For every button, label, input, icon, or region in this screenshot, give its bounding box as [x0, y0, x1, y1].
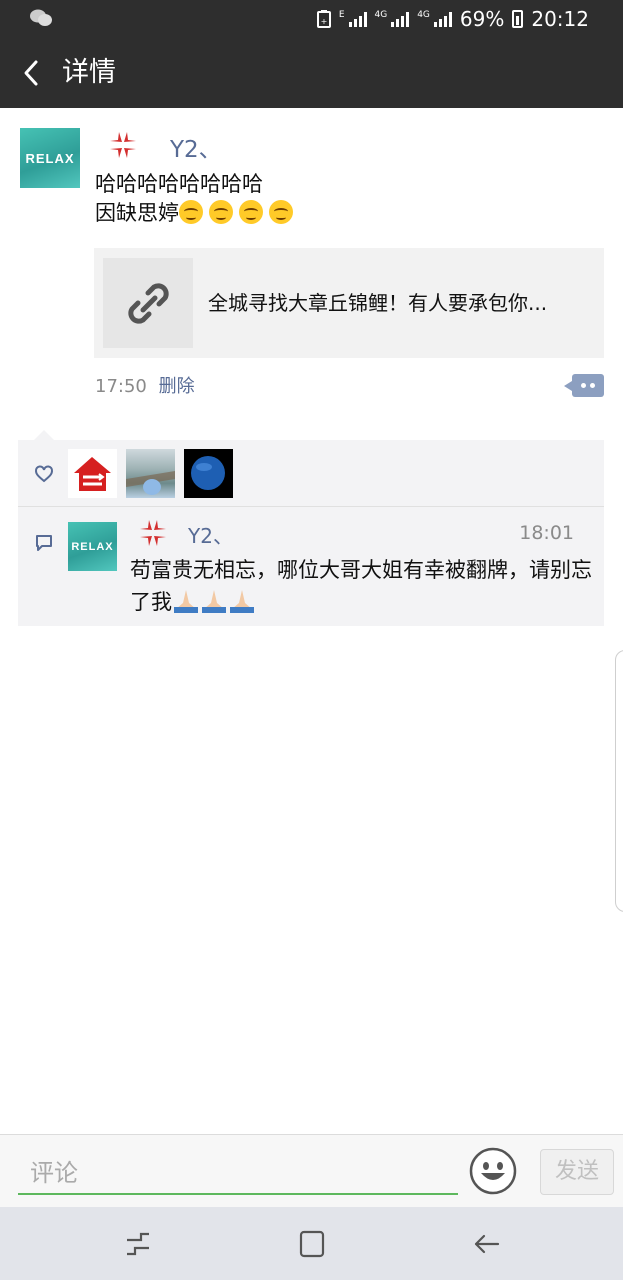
battery-percent: 69%: [459, 7, 505, 31]
shared-link-card[interactable]: 全城寻找大章丘锦鲤！有人要承包你...: [94, 248, 604, 358]
edge-panel-handle[interactable]: [615, 650, 623, 912]
comment-avatar[interactable]: RELAX: [68, 522, 117, 571]
praying-hands-icon: [202, 590, 226, 613]
wechat-icon: [30, 9, 52, 26]
signal-icon: 4G: [417, 11, 452, 27]
post-meta: 17:50 删除: [95, 372, 195, 398]
avatar-text: RELAX: [25, 150, 75, 166]
divider: [18, 506, 604, 507]
battery-icon: [512, 10, 524, 28]
recent-apps-icon[interactable]: [123, 1229, 153, 1259]
more-actions-button[interactable]: [564, 374, 604, 397]
praying-hands-icon: [230, 590, 254, 613]
send-button[interactable]: 发送: [540, 1149, 614, 1195]
battery-saver-icon: +: [316, 10, 331, 28]
post-time: 17:50: [95, 376, 147, 397]
comment-text-wrap[interactable]: 苟富贵无相忘，哪位大哥大姐有幸被翻牌，请别忘了我: [130, 554, 600, 618]
heart-icon: [35, 465, 53, 483]
clock: 20:12: [531, 7, 589, 31]
panel-pointer: [34, 430, 54, 440]
svg-text:+: +: [320, 17, 327, 26]
blush-emoji-icon: [179, 200, 203, 224]
delete-button[interactable]: 删除: [159, 376, 195, 397]
planet-icon: [191, 456, 225, 490]
back-arrow-icon[interactable]: [472, 1229, 502, 1259]
signal1-label: E: [338, 10, 345, 20]
blush-emoji-icon: [239, 200, 263, 224]
dot-icon: [590, 383, 595, 388]
link-icon: [128, 283, 169, 324]
like-avatar[interactable]: [184, 449, 233, 498]
signal2-label: 4G: [374, 10, 388, 20]
comment-author-name[interactable]: Y2、: [188, 520, 233, 549]
angry-emoji-icon: [110, 132, 136, 158]
post-author-name[interactable]: Y2、: [170, 130, 222, 164]
emoji-picker-icon[interactable]: [469, 1147, 517, 1195]
comment-input-bar: 评论 发送: [0, 1134, 623, 1207]
angry-emoji-icon: [140, 520, 166, 546]
comment-time: 18:01: [519, 522, 574, 544]
post-avatar[interactable]: RELAX: [20, 128, 80, 188]
blush-emoji-icon: [209, 200, 233, 224]
home-icon[interactable]: [297, 1229, 327, 1259]
chevron-left-icon[interactable]: [18, 56, 48, 90]
house-logo-icon: [68, 449, 117, 498]
signal-icon: 4G: [375, 11, 410, 27]
link-title: 全城寻找大章丘锦鲤！有人要承包你...: [208, 291, 548, 315]
signal3-label: 4G: [417, 10, 430, 20]
likes-comments-panel: RELAX Y2、 18:01 苟富贵无相忘，哪位大哥大姐有幸被翻牌，请别忘了我: [18, 430, 604, 626]
post-text-line2: 因缺思婷: [95, 201, 179, 225]
post-text: 哈哈哈哈哈哈哈哈 因缺思婷: [95, 170, 299, 228]
comment-input[interactable]: 评论: [18, 1151, 458, 1195]
blush-emoji-icon: [269, 200, 293, 224]
signal-icon: E: [339, 11, 367, 27]
like-avatar[interactable]: [68, 449, 117, 498]
page-title: 详情: [62, 57, 116, 88]
like-avatar[interactable]: [126, 449, 175, 498]
photo-icon: [126, 471, 175, 495]
system-nav-bar: [0, 1207, 623, 1280]
post-text-line2-wrap: 因缺思婷: [95, 199, 299, 228]
praying-hands-icon: [174, 590, 198, 613]
dot-icon: [581, 383, 586, 388]
avatar-text: RELAX: [71, 540, 114, 553]
post-text-line1: 哈哈哈哈哈哈哈哈: [95, 172, 263, 196]
title-bar: 详情: [0, 38, 623, 108]
link-thumbnail: [103, 258, 193, 348]
status-bar: + E 4G 4G 69% 20:12: [0, 0, 623, 38]
comment-icon: [36, 535, 52, 551]
